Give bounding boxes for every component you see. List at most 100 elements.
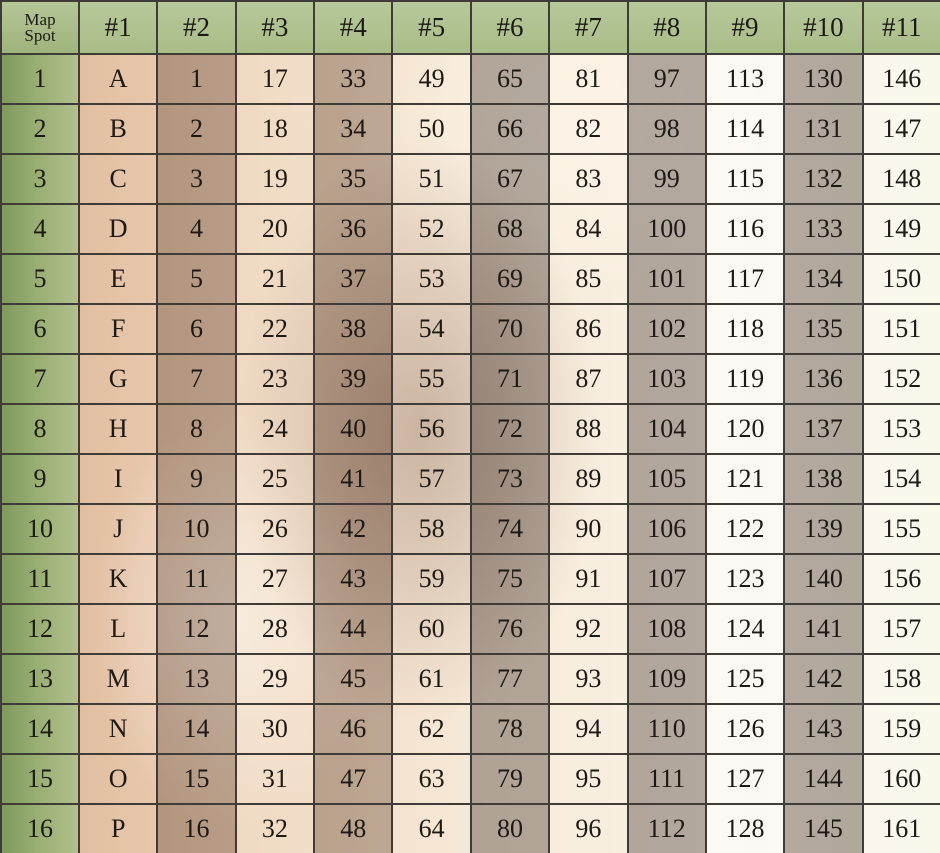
table-cell: 12 [156,603,237,655]
table-cell: 76 [469,603,551,655]
map-spot-number: 15 [0,753,80,805]
map-spot-number: 5 [0,253,80,305]
spot-letter-cell: H [77,403,159,455]
table-cell: 161 [861,803,940,853]
table-row: 1 A 1 17 33 49 65 81 97 113 130 146 [0,53,940,105]
table-cell: 78 [469,703,551,755]
table-cell: 61 [391,653,472,705]
column-header: #7 [548,0,629,55]
map-spot-header: Map Spot [0,0,80,55]
spot-letter-cell: C [77,153,159,205]
table-cell: 158 [861,653,940,705]
table-cell: 103 [626,353,707,405]
table-cell: 29 [234,653,316,705]
table-cell: 72 [469,403,551,455]
table-cell: 36 [313,203,394,255]
table-cell: 105 [626,453,707,505]
table-cell: 133 [783,203,864,255]
table-cell: 111 [626,753,707,805]
table-cell: 60 [391,603,472,655]
table-cell: 140 [783,553,864,605]
table-cell: 93 [548,653,629,705]
spot-letter-cell: D [77,203,159,255]
table-cell: 127 [704,753,786,805]
table-row: 11 K 11 27 43 59 75 91 107 123 140 156 [0,553,940,605]
table-cell: 56 [391,403,472,455]
table-cell: 113 [704,53,786,105]
table-cell: 79 [469,753,551,805]
map-spot-number: 13 [0,653,80,705]
table-cell: 10 [156,503,237,555]
spot-letter-cell: J [77,503,159,555]
column-header: #9 [704,0,786,55]
table-cell: 87 [548,353,629,405]
table-cell: 86 [548,303,629,355]
column-header: #3 [234,0,316,55]
table-cell: 58 [391,503,472,555]
table-cell: 138 [783,453,864,505]
table-cell: 92 [548,603,629,655]
table-cell: 47 [313,753,394,805]
table-cell: 32 [234,803,316,853]
map-spot-number: 9 [0,453,80,505]
table-cell: 38 [313,303,394,355]
table-cell: 31 [234,753,316,805]
table-row: 12 L 12 28 44 60 76 92 108 124 141 157 [0,603,940,655]
table-cell: 88 [548,403,629,455]
table-cell: 123 [704,553,786,605]
map-spot-number: 1 [0,53,80,105]
table-cell: 107 [626,553,707,605]
spot-letter-cell: E [77,253,159,305]
table-cell: 132 [783,153,864,205]
table-cell: 11 [156,553,237,605]
table-cell: 144 [783,753,864,805]
table-row: 5 E 5 21 37 53 69 85 101 117 134 150 [0,253,940,305]
map-spot-number: 8 [0,403,80,455]
table-cell: 46 [313,703,394,755]
table-cell: 55 [391,353,472,405]
table-cell: 53 [391,253,472,305]
table-row: 8 H 8 24 40 56 72 88 104 120 137 153 [0,403,940,455]
table-cell: 54 [391,303,472,355]
table-cell: 65 [469,53,551,105]
table-cell: 152 [861,353,940,405]
spot-letter-cell: K [77,553,159,605]
table-cell: 117 [704,253,786,305]
table-cell: 45 [313,653,394,705]
table-cell: 114 [704,103,786,155]
table-cell: 77 [469,653,551,705]
table-cell: 39 [313,353,394,405]
table-cell: 19 [234,153,316,205]
table-cell: 1 [156,53,237,105]
table-cell: 122 [704,503,786,555]
table-cell: 15 [156,753,237,805]
table-cell: 97 [626,53,707,105]
table-cell: 101 [626,253,707,305]
table-cell: 150 [861,253,940,305]
table-cell: 41 [313,453,394,505]
table-cell: 118 [704,303,786,355]
column-header: #2 [156,0,237,55]
spot-letter-cell: P [77,803,159,853]
spot-letter-cell: O [77,753,159,805]
table-cell: 43 [313,553,394,605]
column-header: #10 [783,0,864,55]
table-cell: 51 [391,153,472,205]
table-cell: 2 [156,103,237,155]
map-spot-number: 3 [0,153,80,205]
column-header: #6 [469,0,551,55]
table-cell: 37 [313,253,394,305]
table-cell: 70 [469,303,551,355]
table-cell: 99 [626,153,707,205]
table-cell: 145 [783,803,864,853]
table-cell: 13 [156,653,237,705]
spot-letter-cell: B [77,103,159,155]
map-spot-number: 4 [0,203,80,255]
table-cell: 17 [234,53,316,105]
spot-letter-cell: L [77,603,159,655]
table-cell: 9 [156,453,237,505]
table-cell: 143 [783,703,864,755]
map-spot-table: Map Spot #1 #2 #3 #4 #5 #6 #7 #8 #9 #10 … [0,0,940,853]
column-header: #1 [77,0,159,55]
table-cell: 96 [548,803,629,853]
